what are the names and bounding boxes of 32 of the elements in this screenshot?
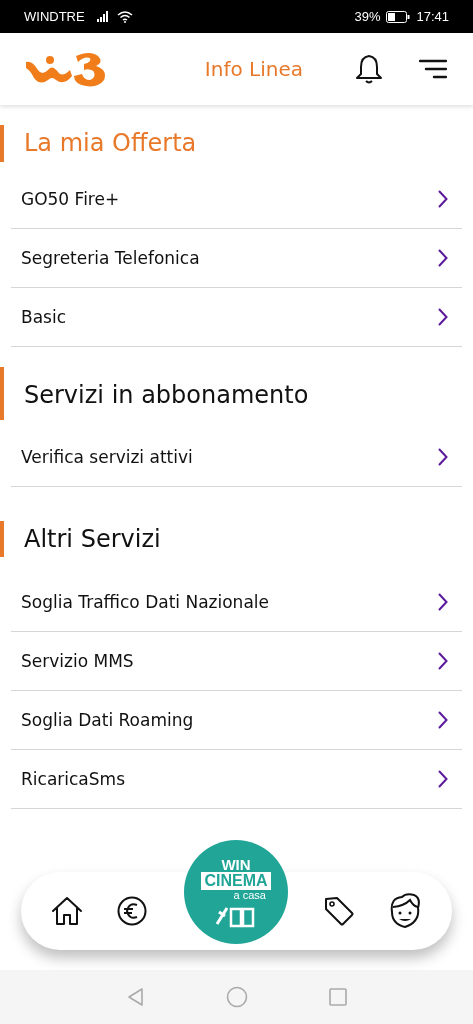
euro-icon[interactable] bbox=[117, 896, 147, 926]
tag-icon[interactable] bbox=[324, 896, 354, 926]
menu-row[interactable]: Basic bbox=[11, 287, 462, 347]
avatar-icon[interactable] bbox=[388, 892, 422, 930]
chevron-icon bbox=[438, 593, 448, 612]
page-title: Info Linea bbox=[204, 57, 303, 81]
clock-time: 17:41 bbox=[416, 9, 449, 24]
section-heading: Servizi in abbonamento bbox=[0, 366, 473, 420]
wifi-icon bbox=[116, 10, 133, 23]
chevron-icon bbox=[438, 307, 448, 326]
chevron-icon bbox=[438, 447, 448, 466]
menu-row[interactable]: GO50 Fire+ bbox=[11, 169, 462, 229]
chevron-icon bbox=[438, 248, 448, 267]
menu-row[interactable]: Soglia Dati Roaming bbox=[11, 691, 462, 751]
menu-icon[interactable] bbox=[419, 59, 447, 79]
battery-icon bbox=[386, 10, 411, 23]
battery-percent: 39% bbox=[354, 9, 381, 24]
menu-row[interactable]: Soglia Traffico Dati Nazionale bbox=[11, 573, 462, 633]
menu-row[interactable]: RicaricaSms bbox=[11, 750, 462, 810]
chevron-icon bbox=[438, 711, 448, 730]
section-heading: Altri Servizi bbox=[0, 520, 473, 558]
chevron-icon bbox=[438, 189, 448, 208]
menu-row[interactable]: Segreteria Telefonica bbox=[11, 228, 462, 288]
home-icon[interactable] bbox=[51, 896, 83, 926]
carrier-name: WINDTRE bbox=[24, 9, 85, 24]
bell-icon[interactable] bbox=[355, 54, 383, 84]
chevron-icon bbox=[438, 770, 448, 789]
signal-icon bbox=[96, 11, 111, 22]
menu-row[interactable]: Servizio MMS bbox=[11, 632, 462, 692]
section-heading: La mia Offerta bbox=[0, 125, 473, 162]
chevron-icon bbox=[438, 652, 448, 671]
menu-row[interactable]: Verifica servizi attivi bbox=[11, 427, 462, 487]
